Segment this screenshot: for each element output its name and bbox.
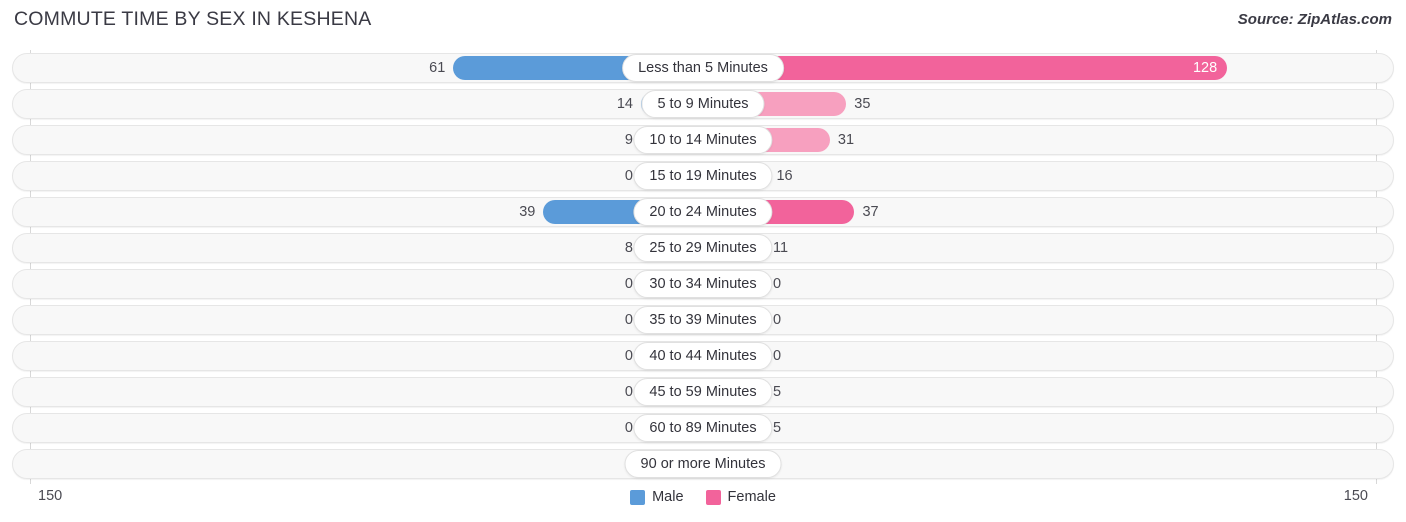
value-label-female: 0 [773, 276, 782, 292]
chart-row: 8 11 25 to 29 Minutes [12, 233, 1394, 263]
value-label-female: 5 [773, 384, 782, 400]
chart-legend: Male Female [0, 489, 1406, 505]
legend-swatch-icon [630, 489, 646, 505]
value-label-male: 0 [624, 420, 633, 436]
chart-row: 14 35 5 to 9 Minutes [12, 89, 1394, 119]
chart-row: 0 0 30 to 34 Minutes [12, 269, 1394, 299]
value-label-male: 0 [624, 348, 633, 364]
value-label-male: 0 [624, 168, 633, 184]
value-label-male: 14 [616, 96, 633, 112]
legend-label: Male [652, 489, 684, 505]
value-label-male: 0 [624, 276, 633, 292]
value-label-female: 31 [837, 132, 855, 148]
value-label-male: 8 [624, 240, 633, 256]
value-label-male: 0 [624, 312, 633, 328]
value-label-male: 9 [624, 132, 633, 148]
chart-footer: 150 150 Male Female [0, 484, 1406, 522]
category-label: 60 to 89 Minutes [633, 414, 773, 442]
category-label: 10 to 14 Minutes [633, 126, 773, 154]
value-label-female: 16 [776, 168, 793, 184]
chart-row: 0 5 60 to 89 Minutes [12, 413, 1394, 443]
chart-row: 39 37 20 to 24 Minutes [12, 197, 1394, 227]
value-label-female: 5 [773, 420, 782, 436]
chart-row: 0 0 35 to 39 Minutes [12, 305, 1394, 335]
category-label: 5 to 9 Minutes [641, 90, 765, 118]
chart-row: 0 16 15 to 19 Minutes [12, 161, 1394, 191]
legend-swatch-icon [705, 489, 721, 505]
value-label-male: 0 [624, 384, 633, 400]
legend-label: Female [727, 489, 776, 505]
source-label: Source: ZipAtlas.com [1237, 11, 1392, 28]
value-label-female: 11 [773, 240, 789, 256]
value-label-female: 0 [773, 312, 782, 328]
chart-row: 9 31 10 to 14 Minutes [12, 125, 1394, 155]
chart-row: 0 5 45 to 59 Minutes [12, 377, 1394, 407]
category-label: 40 to 44 Minutes [633, 342, 773, 370]
chart-row: 0 0 40 to 44 Minutes [12, 341, 1394, 371]
category-label: 30 to 34 Minutes [633, 270, 773, 298]
category-label: Less than 5 Minutes [622, 54, 784, 82]
category-label: 45 to 59 Minutes [633, 378, 773, 406]
category-label: 25 to 29 Minutes [633, 234, 773, 262]
category-label: 20 to 24 Minutes [633, 198, 773, 226]
value-label-male: 61 [429, 60, 446, 76]
page-title: COMMUTE TIME BY SEX IN KESHENA [14, 8, 372, 30]
value-label-male: 39 [519, 204, 536, 220]
chart-row: 0090 or more Minutes [12, 449, 1394, 479]
chart-page: COMMUTE TIME BY SEX IN KESHENA Source: Z… [0, 0, 1406, 522]
legend-item[interactable]: Male [630, 489, 684, 505]
category-label: 90 or more Minutes [624, 450, 782, 478]
category-label: 15 to 19 Minutes [633, 162, 773, 190]
category-label: 35 to 39 Minutes [633, 306, 773, 334]
chart-row: 61 128 Less than 5 Minutes [12, 53, 1394, 83]
value-label-female: 0 [773, 348, 782, 364]
value-label-female: 35 [854, 96, 871, 112]
legend-item[interactable]: Female [705, 489, 776, 505]
value-label-female: 37 [862, 204, 879, 220]
value-label-female: 128 [1192, 60, 1218, 76]
chart-plot-area: 61 128 Less than 5 Minutes 14 35 5 to 9 Minut… [0, 50, 1406, 484]
